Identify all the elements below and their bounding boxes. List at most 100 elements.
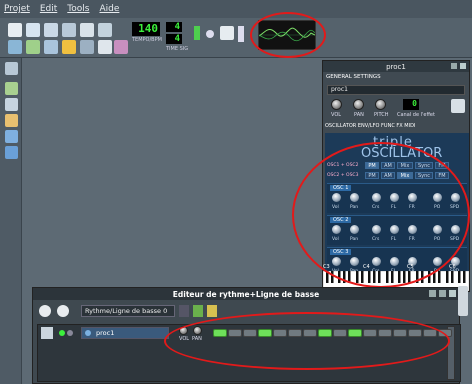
play-button-icon[interactable] (39, 305, 51, 317)
my-home-icon[interactable] (5, 130, 18, 143)
mod1-sync-button[interactable]: Sync (415, 162, 433, 169)
osc1-vol-knob[interactable] (332, 193, 341, 202)
osc2-crs-knob[interactable] (372, 225, 381, 234)
automation-icon[interactable] (62, 40, 76, 54)
track-pan-knob[interactable] (193, 326, 202, 335)
my-projects-icon[interactable] (5, 82, 18, 95)
step-button[interactable] (348, 329, 362, 337)
new-project-icon[interactable] (8, 23, 22, 37)
instrument-name-field[interactable]: proc1 (327, 85, 465, 95)
osc1-pan-knob[interactable] (350, 193, 359, 202)
osc2-spd-knob[interactable] (451, 225, 460, 234)
pattern-select[interactable]: Rythme/Ligne de basse 0 (81, 305, 175, 317)
mod1-fm-button[interactable]: FM (435, 162, 449, 169)
pan-knob[interactable] (353, 99, 364, 110)
add-beat-icon[interactable] (193, 305, 203, 317)
track-name-button[interactable]: proc1 (81, 327, 169, 339)
export-icon[interactable] (80, 23, 94, 37)
step-button[interactable] (423, 329, 437, 337)
fx-channel-display[interactable]: 0 (403, 99, 419, 110)
piano-roll-icon[interactable] (44, 40, 58, 54)
song-editor-icon[interactable] (8, 40, 22, 54)
oscilloscope[interactable] (258, 20, 316, 50)
step-button[interactable] (303, 329, 317, 337)
my-samples-icon[interactable] (5, 98, 18, 111)
master-volume-slider[interactable] (194, 26, 200, 40)
menu-edit[interactable]: Edit (40, 4, 57, 14)
step-button[interactable] (213, 329, 227, 337)
step-button[interactable] (393, 329, 407, 337)
beat-editor-icon[interactable] (26, 40, 40, 54)
instrument-tabs[interactable]: OSCILLATOR ENV/LFO FUNC FX MIDI (325, 123, 415, 129)
stop-button-icon[interactable] (57, 305, 69, 317)
mod2-am-button[interactable]: AM (381, 172, 395, 179)
osc2-pan-knob[interactable] (350, 225, 359, 234)
project-notes-icon[interactable] (98, 40, 112, 54)
open-project-icon[interactable] (44, 23, 58, 37)
osc1-fl-knob[interactable] (390, 193, 399, 202)
osc3-pan-knob[interactable] (350, 257, 359, 266)
step-button[interactable] (228, 329, 242, 337)
step-button[interactable] (288, 329, 302, 337)
save-preset-icon[interactable] (451, 99, 465, 113)
recent-icon[interactable] (98, 23, 112, 37)
osc2-fr-knob[interactable] (408, 225, 417, 234)
step-button[interactable] (318, 329, 332, 337)
step-button[interactable] (333, 329, 347, 337)
step-button[interactable] (243, 329, 257, 337)
mod2-fm-button[interactable]: FM (435, 172, 449, 179)
mod1-am-button[interactable]: AM (381, 162, 395, 169)
menu-aide[interactable]: Aide (99, 4, 119, 14)
osc3-crs-knob[interactable] (372, 257, 381, 266)
pattern-dropdown-icon[interactable] (179, 305, 189, 317)
osc2-fl-knob[interactable] (390, 225, 399, 234)
track-vol-knob[interactable] (179, 326, 188, 335)
vol-knob[interactable] (331, 99, 342, 110)
osc1-po-knob[interactable] (433, 193, 442, 202)
minimize-icon[interactable] (429, 290, 436, 297)
maximize-icon[interactable] (439, 290, 446, 297)
mod1-pm-button[interactable]: PM (365, 162, 379, 169)
window-slider[interactable] (458, 286, 468, 316)
close-icon[interactable] (460, 63, 466, 69)
master-pitch-icon[interactable] (206, 30, 214, 38)
close-icon[interactable] (449, 290, 456, 297)
step-button[interactable] (363, 329, 377, 337)
timesig-numerator[interactable]: 4 (166, 22, 182, 32)
step-button[interactable] (408, 329, 422, 337)
menu-projet[interactable]: Projet (4, 4, 30, 14)
add-automation-icon[interactable] (207, 305, 217, 317)
osc3-fl-knob[interactable] (390, 257, 399, 266)
osc1-spd-knob[interactable] (451, 193, 460, 202)
fx-mixer-icon[interactable] (80, 40, 94, 54)
instrument-plugins-icon[interactable] (5, 62, 18, 75)
controller-rack-icon[interactable] (114, 40, 128, 54)
track-mute-led[interactable] (59, 330, 65, 336)
menu-tools[interactable]: Tools (67, 4, 89, 14)
mod2-sync-button[interactable]: Sync (415, 172, 433, 179)
step-button[interactable] (273, 329, 287, 337)
step-button[interactable] (258, 329, 272, 337)
mod2-pm-button[interactable]: PM (365, 172, 379, 179)
my-presets-icon[interactable] (5, 114, 18, 127)
osc2-vol-knob[interactable] (332, 225, 341, 234)
track-actions-icon[interactable] (41, 327, 53, 339)
save-project-icon[interactable] (62, 23, 76, 37)
osc2-po-knob[interactable] (433, 225, 442, 234)
osc3-vol-knob[interactable] (332, 257, 341, 266)
osc1-crs-knob[interactable] (372, 193, 381, 202)
pitch-knob[interactable] (375, 99, 386, 110)
step-button[interactable] (438, 329, 452, 337)
metronome-icon[interactable] (220, 26, 234, 40)
track-solo-led[interactable] (67, 330, 73, 336)
root-directory-icon[interactable] (5, 146, 18, 159)
mod1-mix-button[interactable]: Mix (397, 162, 413, 169)
osc1-fr-knob[interactable] (408, 193, 417, 202)
new-from-template-icon[interactable] (26, 23, 40, 37)
step-button[interactable] (378, 329, 392, 337)
timesig-denominator[interactable]: 4 (166, 34, 182, 44)
minimize-icon[interactable] (451, 63, 457, 69)
mod2-mix-button[interactable]: Mix (397, 172, 413, 179)
tempo-display[interactable]: 140 (132, 22, 160, 36)
osc3-po-knob[interactable] (433, 257, 442, 266)
